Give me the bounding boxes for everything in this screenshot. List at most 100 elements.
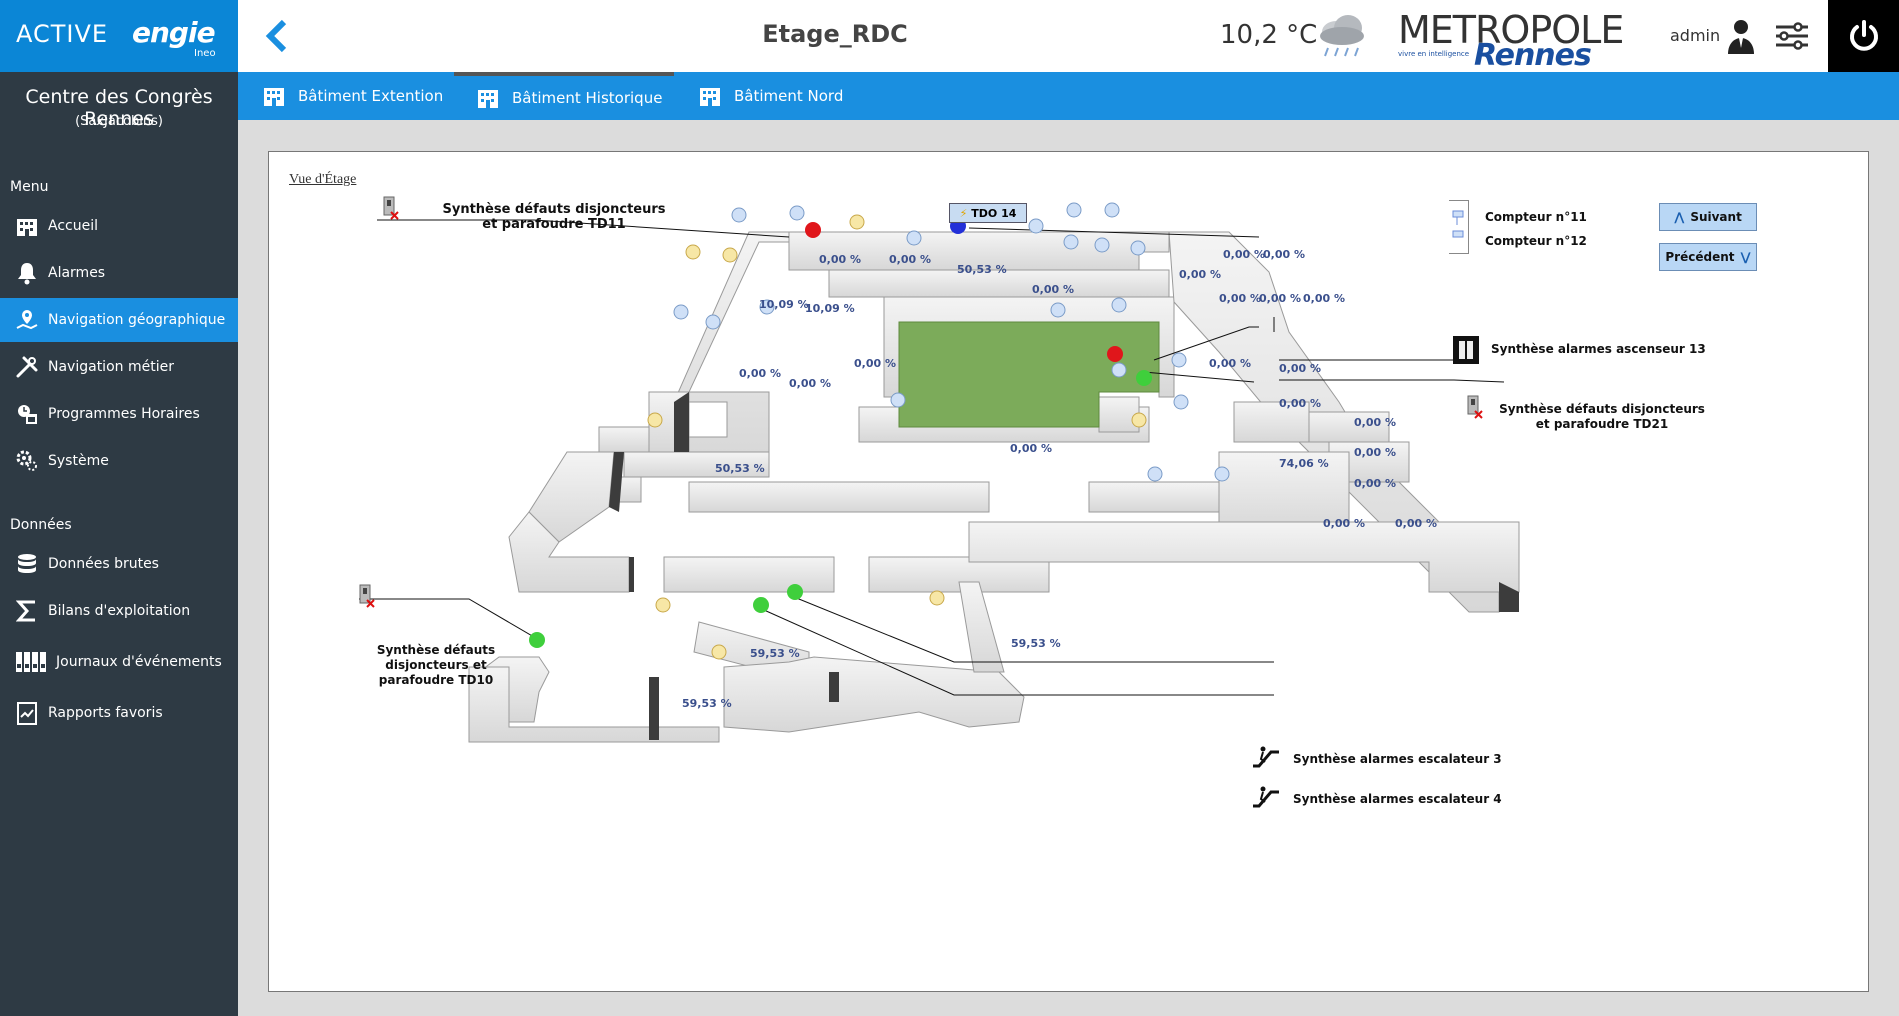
label-compteur-12[interactable]: Compteur n°12 <box>1485 234 1587 249</box>
ok-dot-green <box>1136 370 1152 386</box>
label-ascenseur-13[interactable]: Synthèse alarmes ascenseur 13 <box>1491 342 1706 357</box>
nav-item-accueil[interactable]: Accueil <box>0 204 238 248</box>
escalator-icon[interactable] <box>1251 744 1281 770</box>
elevator-icon[interactable] <box>1453 336 1479 364</box>
nav-label: Rapports favoris <box>48 705 163 721</box>
nav-item-systeme[interactable]: Système <box>0 439 238 483</box>
nav-item-alarmes[interactable]: Alarmes <box>0 251 238 295</box>
breaker-fault-icon[interactable] <box>1465 395 1483 419</box>
nav-item-donnees-brutes[interactable]: Données brutes <box>0 542 238 586</box>
temperature-value: 10,2 °C <box>1220 20 1318 50</box>
data-section-title: Données <box>10 517 72 533</box>
lighting-percent: 50,53 % <box>715 462 765 475</box>
gear-icon <box>14 448 40 474</box>
nav-label: Données brutes <box>48 556 159 572</box>
escalator-icon[interactable] <box>1251 784 1281 810</box>
site-subtitle: (SaxJacobins) <box>75 114 163 129</box>
lighting-percent: 0,00 % <box>789 377 831 390</box>
back-button[interactable] <box>258 16 298 56</box>
meter-icon <box>1449 200 1469 254</box>
database-icon <box>14 551 40 577</box>
lighting-percent: 0,00 % <box>1179 268 1221 281</box>
lightning-icon: ⚡ <box>959 206 968 220</box>
floor-plan <box>359 202 1520 743</box>
binders-icon <box>14 649 48 675</box>
label-td11[interactable]: Synthèse défauts disjoncteurs et parafou… <box>439 202 669 232</box>
user-name: admin <box>1670 26 1721 45</box>
weather-rain-icon <box>1314 8 1370 64</box>
lighting-percent: 74,06 % <box>1279 457 1329 470</box>
building-icon <box>264 88 284 106</box>
label-compteur-11[interactable]: Compteur n°11 <box>1485 210 1587 225</box>
tab-batiment-nord[interactable]: Bâtiment Nord <box>698 72 843 120</box>
alarm-dot-red <box>805 222 821 238</box>
tab-batiment-historique[interactable]: Bâtiment Historique <box>454 72 674 120</box>
building-icon <box>478 90 498 108</box>
ineo-logo: Ineo <box>194 48 216 59</box>
lighting-percent: 0,00 % <box>1354 416 1396 429</box>
nav-label: Journaux d'événements <box>56 654 222 670</box>
lighting-percent: 0,00 % <box>1209 357 1251 370</box>
label-td10[interactable]: Synthèse défauts disjoncteurs et parafou… <box>371 643 501 688</box>
chevron-up-icon: ⋀ <box>1674 210 1685 224</box>
nav-label: Navigation géographique <box>48 312 226 328</box>
lighting-percent: 0,00 % <box>1395 517 1437 530</box>
lighting-percent: 0,00 % <box>1219 292 1261 305</box>
label-escalateur-3[interactable]: Synthèse alarmes escalateur 3 <box>1293 752 1502 767</box>
metropole-rennes-logo: METROPOLE Rennes vivre en intelligence <box>1398 8 1624 73</box>
settings-sliders-icon[interactable] <box>1774 22 1810 50</box>
lighting-percent: 0,00 % <box>1303 292 1345 305</box>
sidebar: ACTIVE engie Ineo Centre des Congrès Ren… <box>0 0 238 1016</box>
tab-label: Bâtiment Historique <box>512 89 663 107</box>
nav-label: Bilans d'exploitation <box>48 603 191 619</box>
chevron-down-icon: ⋁ <box>1740 250 1751 264</box>
label-escalateur-4[interactable]: Synthèse alarmes escalateur 4 <box>1293 792 1502 807</box>
bell-icon <box>14 260 40 286</box>
power-button[interactable] <box>1828 0 1899 72</box>
lighting-percent: 50,53 % <box>957 263 1007 276</box>
lighting-percent: 0,00 % <box>1279 362 1321 375</box>
previous-button[interactable]: Précédent ⋁ <box>1659 243 1757 271</box>
breaker-fault-icon[interactable] <box>381 196 399 220</box>
engie-logo: engie <box>132 16 216 49</box>
brand-header: ACTIVE engie Ineo <box>0 0 238 72</box>
tab-label: Bâtiment Nord <box>734 87 844 105</box>
nav-label: Navigation métier <box>48 359 174 375</box>
nav-item-bilans[interactable]: Bilans d'exploitation <box>0 589 238 633</box>
lighting-percent: 0,00 % <box>1323 517 1365 530</box>
breaker-fault-icon[interactable] <box>357 584 375 608</box>
nav-item-navigation-metier[interactable]: Navigation métier <box>0 345 238 389</box>
menu-section-title: Menu <box>10 179 49 195</box>
user-icon[interactable] <box>1726 18 1756 54</box>
building-icon <box>14 213 40 239</box>
lighting-percent: 0,00 % <box>739 367 781 380</box>
tab-label: Bâtiment Extention <box>298 87 444 105</box>
nav-item-navigation-geographique[interactable]: Navigation géographique <box>0 298 238 342</box>
nav-item-rapports[interactable]: Rapports favoris <box>0 691 238 735</box>
floor-view-panel: Vue d'Étage ⚡ TDO 14 Synthèse défauts di… <box>268 151 1869 992</box>
lighting-percent: 0,00 % <box>889 253 931 266</box>
nav-label: Alarmes <box>48 265 106 281</box>
lighting-percent: 0,00 % <box>1354 477 1396 490</box>
lighting-percent: 59,53 % <box>750 647 800 660</box>
lighting-percent: 59,53 % <box>1011 637 1061 650</box>
building-icon <box>700 88 720 106</box>
tdo-14-button[interactable]: ⚡ TDO 14 <box>949 203 1027 223</box>
power-icon <box>1849 20 1878 51</box>
lighting-percent: 0,00 % <box>1263 248 1305 261</box>
ok-dot-green <box>787 584 803 600</box>
lighting-percent: 0,00 % <box>1279 397 1321 410</box>
nav-label: Accueil <box>48 218 98 234</box>
lighting-percent: 10,09 % <box>805 302 855 315</box>
next-button[interactable]: ⋀ Suivant <box>1659 203 1757 231</box>
active-logo: ACTIVE <box>16 20 109 48</box>
lighting-percent: 0,00 % <box>1010 442 1052 455</box>
tab-batiment-extention[interactable]: Bâtiment Extention <box>262 72 443 120</box>
ok-dot-green <box>529 632 545 648</box>
top-bar: Etage_RDC 10,2 °C METROPOLE Rennes vivre… <box>238 0 1899 73</box>
map-pin-icon <box>14 307 40 333</box>
label-td21[interactable]: Synthèse défauts disjoncteurs et parafou… <box>1491 402 1713 432</box>
nav-item-journaux[interactable]: Journaux d'événements <box>0 640 238 684</box>
nav-item-programmes-horaires[interactable]: Programmes Horaires <box>0 392 238 436</box>
sigma-icon <box>14 598 40 624</box>
